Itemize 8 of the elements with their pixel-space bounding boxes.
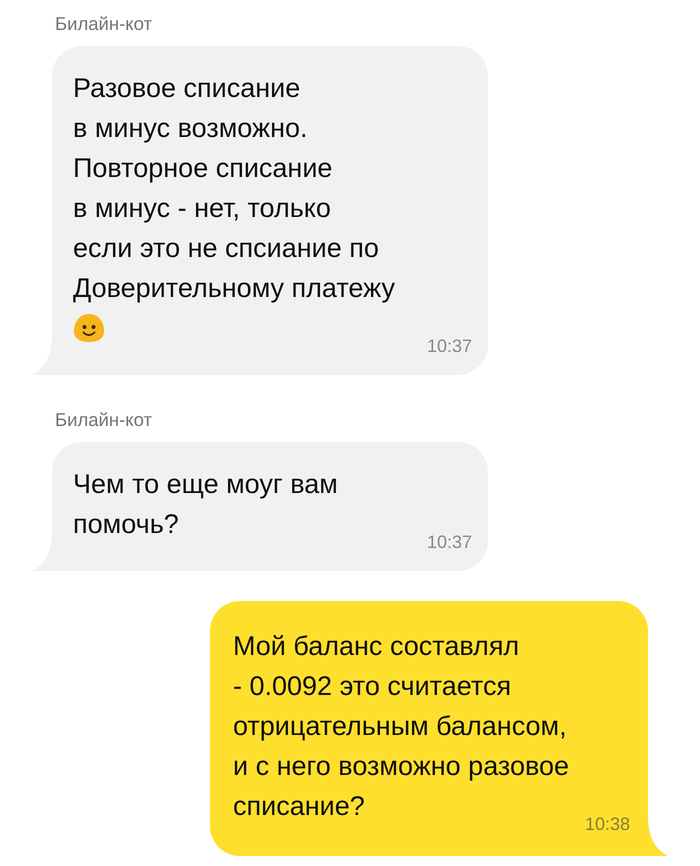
sender-name: Билайн-кот bbox=[55, 13, 152, 35]
message-text: Разовое списание в минус возможно. Повторное списание в минус - нет, только если это не спсиание по Доверительному платежу bbox=[73, 72, 395, 305]
message-time: 10:37 bbox=[426, 336, 472, 356]
message-text: Мой баланс составлял - 0.0092 это считается отрицательным балансом, и с него возможно разовое списание? bbox=[233, 630, 570, 823]
sender-name: Билайн-кот bbox=[55, 409, 152, 431]
message-time: 10:37 bbox=[426, 532, 472, 552]
message-text: Чем то еще моуг вам помочь? bbox=[73, 468, 338, 541]
message-time: 10:38 bbox=[584, 814, 630, 834]
